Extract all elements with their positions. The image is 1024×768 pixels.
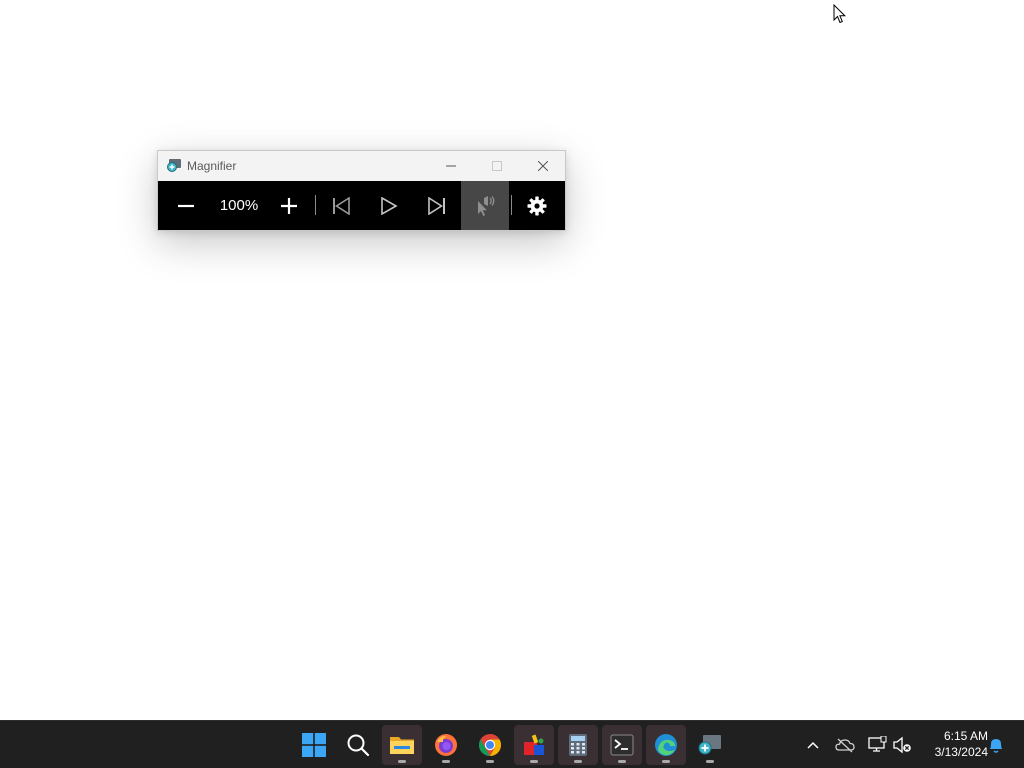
settings-button[interactable] [517, 181, 557, 230]
window-title: Magnifier [187, 159, 237, 173]
start-button[interactable] [294, 725, 334, 765]
skip-back-icon [333, 196, 350, 215]
zoom-level-label: 100% [210, 181, 268, 230]
running-indicator [662, 760, 670, 763]
show-hidden-icons-button[interactable] [801, 733, 825, 757]
play-button[interactable] [369, 181, 409, 230]
chevron-up-icon [807, 741, 819, 749]
play-icon [381, 196, 398, 215]
search-icon [347, 734, 370, 757]
folder-icon [390, 737, 414, 754]
toolbar-divider [511, 195, 512, 215]
gear-icon [527, 196, 547, 215]
read-from-pointer-icon [478, 195, 495, 216]
onedrive-offline-icon [835, 738, 855, 753]
running-indicator [706, 760, 714, 763]
taskbar-file-explorer[interactable] [382, 725, 422, 765]
read-from-here-button[interactable] [461, 181, 509, 230]
taskbar-magnifier[interactable] [690, 725, 730, 765]
magnifier-icon [698, 735, 721, 755]
search-button[interactable] [338, 725, 378, 765]
clock-date: 3/13/2024 [934, 745, 988, 759]
magnifier-window[interactable]: Magnifier 100% [157, 150, 566, 231]
taskbar-edge[interactable] [646, 725, 686, 765]
taskbar: 6:15 AM 3/13/2024 [0, 720, 1024, 768]
minimize-icon [446, 165, 456, 167]
maximize-button [474, 151, 520, 181]
zoom-in-button[interactable] [269, 181, 309, 230]
skip-forward-icon [428, 196, 445, 215]
taskbar-chrome[interactable] [470, 725, 510, 765]
volume-tray-button[interactable] [890, 733, 914, 757]
windows-logo-icon [302, 733, 326, 757]
close-icon [538, 161, 548, 171]
edge-icon [655, 734, 677, 756]
running-indicator [442, 760, 450, 763]
volume-muted-icon [893, 736, 911, 754]
zoom-out-button[interactable] [166, 181, 206, 230]
taskbar-firefox[interactable] [426, 725, 466, 765]
plus-icon [281, 197, 297, 214]
next-paragraph-button[interactable] [417, 181, 457, 230]
running-indicator [530, 760, 538, 763]
zoom-level-text: 100% [219, 197, 259, 214]
running-indicator [574, 760, 582, 763]
onedrive-tray-button[interactable] [833, 733, 857, 757]
toolbar-divider [315, 195, 316, 215]
previous-paragraph-button[interactable] [321, 181, 361, 230]
notifications-button[interactable] [984, 733, 1008, 757]
clock-time: 6:15 AM [943, 729, 988, 743]
paint-icon [524, 734, 544, 755]
firefox-icon [435, 734, 457, 756]
title-bar[interactable]: Magnifier [158, 151, 565, 181]
magnifier-toolbar: 100% [158, 181, 565, 230]
minimize-button[interactable] [428, 151, 474, 181]
running-indicator [486, 760, 494, 763]
magnifier-app-icon [167, 159, 181, 172]
mouse-pointer-icon [833, 4, 847, 24]
taskbar-paint[interactable] [514, 725, 554, 765]
maximize-icon [492, 161, 502, 171]
taskbar-terminal[interactable] [602, 725, 642, 765]
network-icon [868, 736, 887, 752]
running-indicator [618, 760, 626, 763]
bell-icon [990, 739, 1002, 753]
close-button[interactable] [520, 151, 566, 181]
running-indicator [398, 760, 406, 763]
calculator-icon [569, 734, 587, 756]
minus-icon [178, 204, 194, 207]
terminal-icon [610, 734, 634, 756]
taskbar-calculator[interactable] [558, 725, 598, 765]
clock[interactable]: 6:15 AM 3/13/2024 [920, 728, 988, 760]
network-tray-button[interactable] [865, 733, 889, 757]
desktop: Magnifier 100% [0, 0, 1024, 720]
chrome-icon [479, 734, 501, 756]
